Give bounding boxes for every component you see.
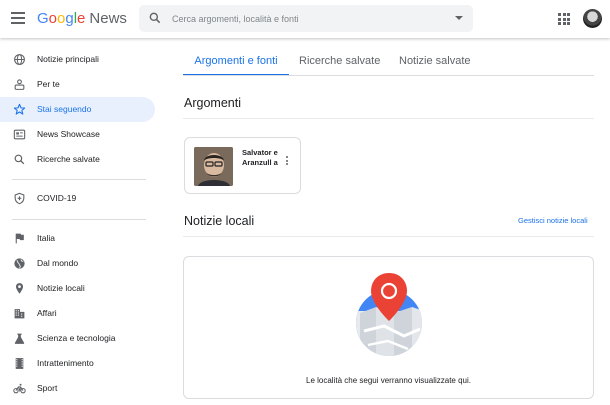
topic-card[interactable]: Salvator e Aranzull a bbox=[184, 137, 301, 194]
search-icon bbox=[149, 12, 161, 24]
sidebar-item-stai-seguendo[interactable]: Stai seguendo bbox=[0, 97, 155, 122]
local-news-empty-message: Le località che segui verranno visualizz… bbox=[306, 376, 471, 385]
logo-news-text: News bbox=[89, 10, 127, 27]
sidebar-item-label: Stai seguendo bbox=[37, 104, 92, 114]
sidebar-divider bbox=[12, 219, 146, 220]
world-icon bbox=[14, 258, 25, 269]
tab-notizie-salvate[interactable]: Notizie salvate bbox=[399, 46, 471, 76]
local-news-section-title: Notizie locali bbox=[184, 214, 255, 228]
sidebar-item-label: Ricerche salvate bbox=[37, 154, 100, 164]
shield-icon bbox=[14, 192, 25, 205]
building-icon bbox=[14, 309, 25, 319]
section-divider bbox=[183, 118, 594, 119]
sidebar-item-label: Italia bbox=[37, 233, 55, 243]
showcase-icon bbox=[13, 129, 26, 140]
tab-argomenti-e-fonti[interactable]: Argomenti e fonti bbox=[183, 46, 289, 76]
sidebar-item-intrattenimento[interactable]: Intrattenimento bbox=[0, 351, 155, 376]
sidebar-item-per-te[interactable]: Per te bbox=[0, 72, 155, 97]
local-news-empty-card: Le località che segui verranno visualizz… bbox=[183, 256, 594, 399]
top-app-bar: Google News bbox=[0, 0, 610, 38]
search-input[interactable] bbox=[172, 10, 442, 27]
sidebar-item-notizie-principali[interactable]: Notizie principali bbox=[0, 47, 155, 72]
person-icon bbox=[14, 79, 25, 90]
bike-icon bbox=[13, 383, 26, 394]
sidebar-item-label: Notizie locali bbox=[37, 283, 85, 293]
sidebar-item-label: Dal mondo bbox=[37, 258, 79, 268]
more-options-icon[interactable] bbox=[285, 156, 289, 168]
main-menu-icon[interactable] bbox=[11, 12, 25, 24]
sidebar-item-dal-mondo[interactable]: Dal mondo bbox=[0, 251, 155, 276]
logo-google-text: Google bbox=[37, 10, 86, 27]
sidebar-item-covid-19[interactable]: COVID-19 bbox=[0, 186, 155, 211]
tabs-divider bbox=[183, 75, 594, 76]
sidebar-item-ricerche-salvate[interactable]: Ricerche salvate bbox=[0, 147, 155, 172]
flask-icon bbox=[14, 333, 25, 344]
apps-grid-icon[interactable] bbox=[558, 13, 570, 25]
tab-ricerche-salvate[interactable]: Ricerche salvate bbox=[299, 46, 380, 76]
search-bar[interactable] bbox=[139, 5, 473, 32]
star-icon bbox=[13, 103, 26, 115]
sidebar-item-affari[interactable]: Affari bbox=[0, 301, 155, 326]
sidebar-item-label: Per te bbox=[37, 79, 60, 89]
search-icon bbox=[14, 154, 25, 165]
sidebar-item-label: COVID-19 bbox=[37, 193, 77, 203]
pin-icon bbox=[15, 283, 24, 294]
globe-icon bbox=[14, 54, 25, 65]
account-avatar[interactable] bbox=[583, 9, 602, 28]
sidebar-item-label: News Showcase bbox=[37, 129, 100, 139]
section-divider bbox=[183, 236, 594, 237]
sidebar-item-label: Notizie principali bbox=[37, 54, 99, 64]
sidebar-divider bbox=[12, 179, 146, 180]
sidebar-item-italia[interactable]: Italia bbox=[0, 226, 155, 251]
film-icon bbox=[15, 358, 24, 369]
manage-local-news-link[interactable]: Gestisci notizie locali bbox=[518, 216, 588, 225]
topic-name: Salvator e Aranzull a bbox=[242, 148, 278, 167]
sidebar-item-label: Scienza e tecnologia bbox=[37, 333, 116, 343]
search-options-chevron-icon[interactable] bbox=[455, 16, 463, 20]
map-pin-illustration bbox=[356, 273, 422, 356]
sidebar-item-label: Intrattenimento bbox=[37, 358, 94, 368]
sidebar-item-label: Sport bbox=[37, 383, 58, 393]
sidebar-item-label: Affari bbox=[37, 308, 57, 318]
topics-section-title: Argomenti bbox=[184, 96, 241, 110]
flag-icon bbox=[15, 233, 24, 244]
sidebar-item-notizie-locali[interactable]: Notizie locali bbox=[0, 276, 155, 301]
sidebar-item-news-showcase[interactable]: News Showcase bbox=[0, 122, 155, 147]
sidebar-item-sport[interactable]: Sport bbox=[0, 376, 155, 401]
sidebar: Notizie principali Per te Stai seguendo … bbox=[0, 38, 160, 405]
sidebar-item-scienza-e-tecnologia[interactable]: Scienza e tecnologia bbox=[0, 326, 155, 351]
google-news-logo[interactable]: Google News bbox=[37, 10, 127, 27]
topic-photo bbox=[194, 147, 233, 186]
